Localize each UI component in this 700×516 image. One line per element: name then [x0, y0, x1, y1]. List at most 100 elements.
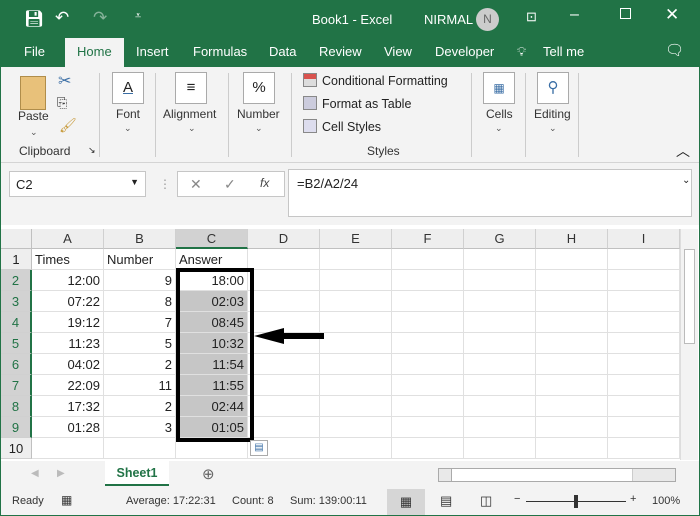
cell-G8[interactable] [464, 396, 536, 417]
font-icon[interactable]: A [112, 72, 144, 104]
status-average[interactable]: Average: 17:22:31 [126, 495, 216, 507]
cell-C1[interactable]: Answer [176, 249, 248, 270]
cell-H6[interactable] [536, 354, 608, 375]
cell-A5[interactable]: 11:23 [32, 333, 104, 354]
cell-B1[interactable]: Number [104, 249, 176, 270]
cell-G2[interactable] [464, 270, 536, 291]
cell-H9[interactable] [536, 417, 608, 438]
conditional-formatting-button[interactable]: Conditional Formatting [322, 74, 448, 88]
font-button[interactable]: Font [116, 107, 140, 121]
avatar[interactable]: N [476, 8, 499, 31]
add-sheet-icon[interactable]: ⊕ [202, 465, 215, 483]
dialog-launcher-icon[interactable]: ↘ [88, 145, 96, 156]
row-header-8[interactable]: 8 [1, 396, 32, 417]
name-box[interactable]: C2 ▼ [9, 171, 146, 197]
horizontal-scrollbar[interactable] [438, 468, 676, 482]
zoom-level[interactable]: 100% [652, 495, 680, 507]
cell-B7[interactable]: 11 [104, 375, 176, 396]
cell-I10[interactable] [608, 438, 680, 459]
tab-data[interactable]: Data [269, 44, 296, 59]
status-sum[interactable]: Sum: 139:00:11 [290, 495, 367, 507]
cell-E3[interactable] [320, 291, 392, 312]
cell-B9[interactable]: 3 [104, 417, 176, 438]
row-header-5[interactable]: 5 [1, 333, 32, 354]
cut-icon[interactable]: ✂ [58, 71, 71, 91]
cell-G6[interactable] [464, 354, 536, 375]
cell-I1[interactable] [608, 249, 680, 270]
collapse-ribbon-icon[interactable]: ︿ [676, 141, 690, 161]
cell-A9[interactable]: 01:28 [32, 417, 104, 438]
row-header-10[interactable]: 10 [1, 438, 32, 459]
chevron-down-icon[interactable]: ▼ [130, 177, 139, 187]
tab-file[interactable]: File [24, 44, 45, 59]
cells-icon[interactable]: ▦ [483, 72, 515, 104]
zoom-out-icon[interactable]: − [514, 493, 520, 505]
cell-A8[interactable]: 17:32 [32, 396, 104, 417]
tab-developer[interactable]: Developer [435, 44, 494, 59]
tab-view[interactable]: View [384, 44, 412, 59]
cell-D3[interactable] [248, 291, 320, 312]
cell-F6[interactable] [392, 354, 464, 375]
comments-icon[interactable]: 🗨︎ [665, 41, 684, 59]
maximize-icon[interactable] [620, 8, 631, 19]
cell-D6[interactable] [248, 354, 320, 375]
cell-H7[interactable] [536, 375, 608, 396]
cell-G3[interactable] [464, 291, 536, 312]
column-header-C[interactable]: C [176, 229, 248, 249]
cell-A6[interactable]: 04:02 [32, 354, 104, 375]
chevron-down-icon[interactable]: ⌄ [30, 127, 38, 138]
next-sheet-icon[interactable]: ▶ [57, 468, 65, 479]
sheet-tab-sheet1[interactable]: Sheet1 [105, 461, 169, 486]
cell-G7[interactable] [464, 375, 536, 396]
cell-E6[interactable] [320, 354, 392, 375]
cell-B2[interactable]: 9 [104, 270, 176, 291]
cell-D1[interactable] [248, 249, 320, 270]
cell-A7[interactable]: 22:09 [32, 375, 104, 396]
cell-D8[interactable] [248, 396, 320, 417]
alignment-icon[interactable]: ≡ [175, 72, 207, 104]
undo-icon[interactable]: ↶ [55, 8, 69, 28]
cell-A2[interactable]: 12:00 [32, 270, 104, 291]
cell-E9[interactable] [320, 417, 392, 438]
column-header-E[interactable]: E [320, 229, 392, 249]
cell-D2[interactable] [248, 270, 320, 291]
tab-home[interactable]: Home [65, 38, 124, 67]
cell-I7[interactable] [608, 375, 680, 396]
cell-H3[interactable] [536, 291, 608, 312]
cell-A1[interactable]: Times [32, 249, 104, 270]
formula-input[interactable]: =B2/A2/24 [288, 169, 692, 217]
cell-E10[interactable] [320, 438, 392, 459]
minimize-icon[interactable]: – [570, 6, 579, 24]
redo-icon[interactable]: ↷ [93, 8, 107, 28]
cell-B10[interactable] [104, 438, 176, 459]
column-header-B[interactable]: B [104, 229, 176, 249]
number-button[interactable]: Number [237, 107, 280, 121]
cell-F4[interactable] [392, 312, 464, 333]
cell-styles-button[interactable]: Cell Styles [322, 120, 381, 134]
vertical-scrollbar[interactable] [680, 229, 698, 460]
cell-F5[interactable] [392, 333, 464, 354]
format-as-table-button[interactable]: Format as Table [322, 97, 411, 111]
tab-formulas[interactable]: Formulas [193, 44, 247, 59]
cell-A3[interactable]: 07:22 [32, 291, 104, 312]
cell-G10[interactable] [464, 438, 536, 459]
cell-B5[interactable]: 5 [104, 333, 176, 354]
page-layout-icon[interactable]: ▤ [440, 493, 452, 509]
zoom-in-icon[interactable]: + [630, 493, 636, 505]
prev-sheet-icon[interactable]: ◀ [31, 468, 39, 479]
row-header-3[interactable]: 3 [1, 291, 32, 312]
search-icon[interactable]: ⚲ [537, 72, 569, 104]
column-header-D[interactable]: D [248, 229, 320, 249]
cells-button[interactable]: Cells [486, 107, 513, 121]
paste-icon[interactable] [20, 76, 46, 110]
cell-E2[interactable] [320, 270, 392, 291]
cell-I4[interactable] [608, 312, 680, 333]
cell-I3[interactable] [608, 291, 680, 312]
row-header-2[interactable]: 2 [1, 270, 32, 291]
expand-formula-bar-icon[interactable]: ⌄ [682, 175, 690, 186]
cell-B8[interactable]: 2 [104, 396, 176, 417]
cell-F2[interactable] [392, 270, 464, 291]
tell-me-search[interactable]: Tell me [543, 44, 584, 59]
column-header-G[interactable]: G [464, 229, 536, 249]
cell-E7[interactable] [320, 375, 392, 396]
